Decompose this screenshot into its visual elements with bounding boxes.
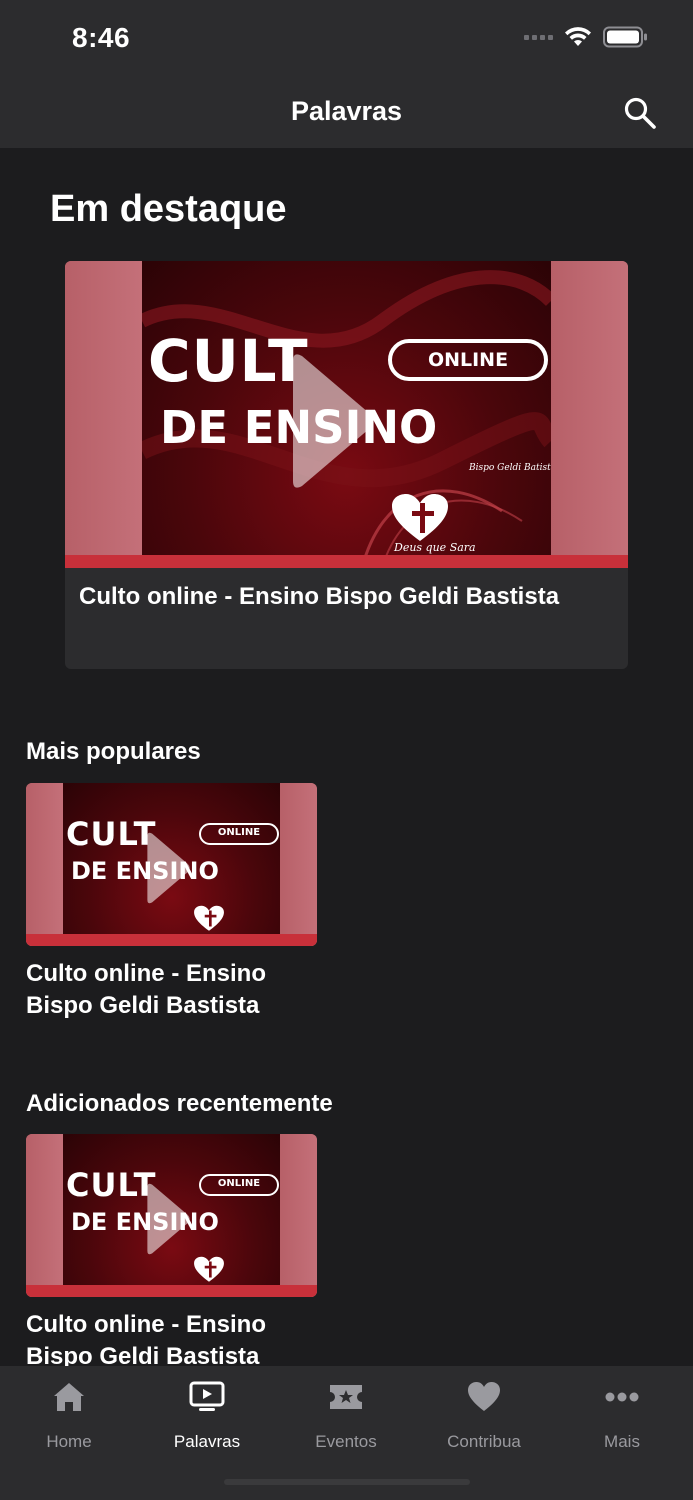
featured-video-title[interactable]: Culto online - Ensino Bispo Geldi Bastis… [79,583,559,611]
popular-section-title: Mais populares [26,738,201,765]
church-heart-logo-icon [194,905,224,931]
battery-icon [603,26,647,48]
cellular-signal-icon [524,34,553,40]
tab-contribua[interactable]: Contribua [424,1380,544,1452]
status-time: 8:46 [72,22,131,53]
church-heart-logo-icon [194,1256,224,1282]
status-icons [524,26,649,48]
tab-mais[interactable]: Mais [562,1380,682,1452]
thumbnail-subtitle: Bispo Geldi Batista [469,463,551,473]
tab-label: Home [46,1432,92,1451]
recent-video-thumbnail[interactable]: CULT ONLINE DE ENSINO [26,1134,317,1297]
church-heart-logo-icon [392,494,448,541]
thumbnail-online-badge: ONLINE [388,339,548,381]
thumbnail-title-line1: CULT [66,815,157,853]
more-icon [605,1392,639,1402]
tab-label: Contribua [447,1432,521,1451]
ticket-icon [330,1385,362,1409]
thumbnail-online-badge: ONLINE [199,1174,279,1196]
thumbnail-title-line1: CULT [148,327,309,395]
featured-section-title: Em destaque [50,188,287,230]
play-icon[interactable] [287,351,377,491]
thumbnail-progress-stripe [65,555,628,568]
thumbnail-side-left [65,261,142,568]
home-icon [54,1383,84,1411]
thumbnail-logo-text: Deus que Sara [394,541,476,554]
content-scroll[interactable]: Em destaque CULT ONLINE DE ENSINO Bispo … [0,148,693,1366]
popular-video-title[interactable]: Culto online - Ensino Bispo Geldi Bastis… [26,958,317,1022]
wifi-icon [565,27,591,46]
page-title: Palavras [290,96,403,126]
search-icon[interactable] [623,96,657,130]
thumbnail-progress-stripe [26,1285,317,1297]
thumbnail-side-left [26,1134,63,1297]
heart-icon [468,1382,500,1411]
recent-section-title: Adicionados recentemente [26,1090,333,1117]
thumbnail-side-right [551,261,628,568]
tab-label: Palavras [173,1432,241,1451]
status-bar: 8:46 [0,0,693,76]
thumbnail-title-line1: CULT [66,1166,157,1204]
thumbnail-side-right [280,1134,317,1297]
thumbnail-online-badge: ONLINE [199,823,279,845]
featured-video-card[interactable]: CULT ONLINE DE ENSINO Bispo Geldi Batist… [65,261,628,669]
tab-palavras[interactable]: Palavras [147,1380,267,1452]
home-indicator[interactable] [224,1479,470,1485]
tab-label: Eventos [315,1432,377,1451]
play-icon[interactable] [144,1182,192,1256]
recent-video-card[interactable]: CULT ONLINE DE ENSINO Culto online - Ens… [26,1134,317,1366]
thumbnail-side-left [26,783,63,946]
play-icon[interactable] [144,831,192,905]
tab-eventos[interactable]: Eventos [286,1380,406,1452]
navigation-bar: Palavras [0,76,693,148]
popular-video-thumbnail[interactable]: CULT ONLINE DE ENSINO [26,783,317,946]
video-icon [189,1381,225,1411]
thumbnail-progress-stripe [26,934,317,946]
recent-video-title[interactable]: Culto online - Ensino Bispo Geldi Bastis… [26,1309,317,1366]
tab-home[interactable]: Home [9,1380,129,1452]
thumbnail-side-right [280,783,317,946]
tab-label: Mais [604,1432,640,1451]
popular-video-card[interactable]: CULT ONLINE DE ENSINO Culto online - Ens… [26,783,317,1022]
featured-thumbnail[interactable]: CULT ONLINE DE ENSINO Bispo Geldi Batist… [65,261,628,568]
